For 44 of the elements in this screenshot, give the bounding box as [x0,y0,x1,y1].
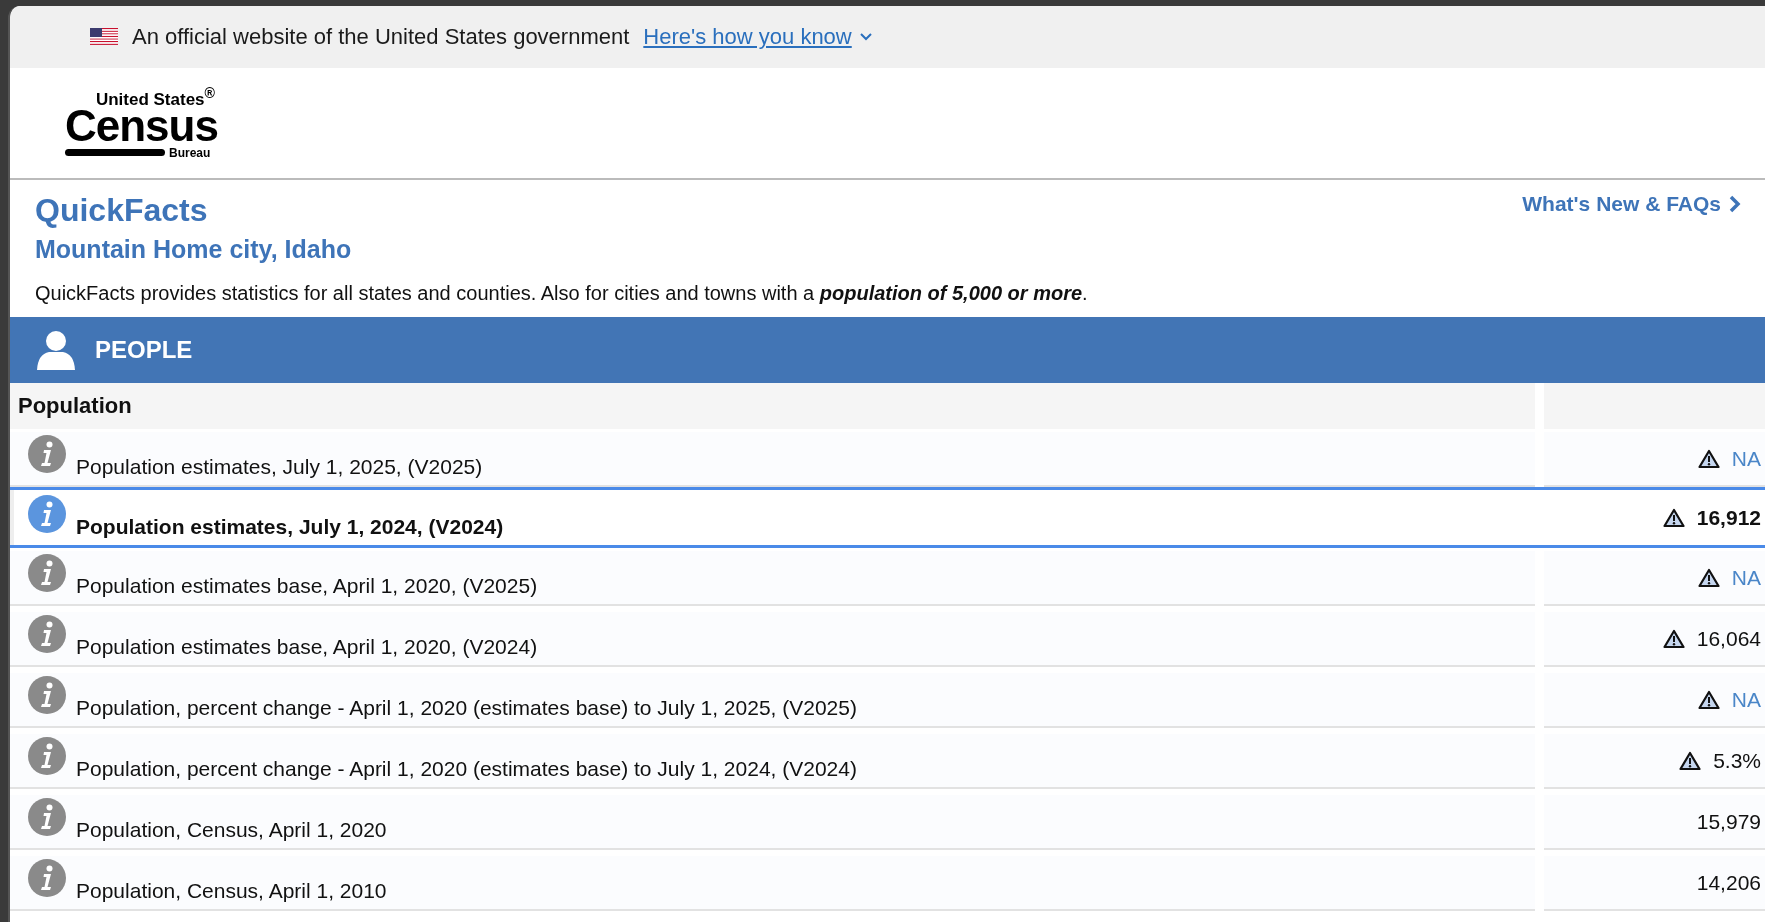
logo-text: Bureau [169,145,211,160]
warning-icon [1662,628,1685,649]
value-link[interactable]: NA [1731,446,1761,471]
whats-new-link[interactable]: What's New & FAQs [1522,192,1741,216]
official-website-notice: An official website of the United States government [132,24,630,50]
warning-icon [1662,507,1685,528]
page-title: QuickFacts [35,191,209,230]
row-label: Population, percent change - April 1, 2020 (estimates base) to July 1, 2024, (V2024) [76,757,857,781]
row-label: Population estimates, July 1, 2024, (V2024) [76,515,504,539]
row-label: Population, Census, April 1, 2020 [76,818,387,842]
person-icon [35,330,77,370]
section-title: PEOPLE [95,336,193,364]
info-icon[interactable] [28,798,66,836]
row-value: 16,912 [1696,505,1761,530]
warning-icon [1697,567,1720,588]
row-label: Population estimates base, April 1, 2020, (V2024) [76,635,538,659]
info-icon[interactable] [28,495,66,533]
value-link[interactable]: NA [1731,565,1761,590]
info-icon[interactable] [28,435,66,473]
info-icon[interactable] [28,615,66,653]
row-value: 5.3% [1713,748,1761,773]
warning-icon [1679,750,1702,771]
value-link[interactable]: NA [1731,687,1761,712]
info-icon[interactable] [28,737,66,775]
chevron-down-icon [859,33,872,41]
warning-icon [1697,448,1720,469]
info-icon[interactable] [28,859,66,897]
row-value: 15,979 [1696,809,1761,834]
description: QuickFacts provides statistics for all states and counties. Also for cities and towns with a population of 5,000 or more. [35,282,1088,305]
how-you-know-link[interactable]: Here's how you know [643,24,872,50]
flag-icon [90,28,118,46]
warning-icon [1697,689,1720,710]
group-heading: Population [10,383,1535,429]
logo-text: United States$^{®}$ [95,86,215,108]
row-value: 16,064 [1696,626,1761,651]
row-label: Population estimates base, April 1, 2020, (V2025) [76,574,538,598]
info-icon[interactable] [28,554,66,592]
info-icon[interactable] [28,676,66,714]
row-label: Population, percent change - April 1, 2020 (estimates base) to July 1, 2025, (V2025) [76,696,857,720]
row-label: Population estimates, July 1, 2025, (V2025) [76,455,483,479]
row-label: Population, Census, April 1, 2010 [76,879,387,903]
place-name: Mountain Home city, Idaho [35,234,353,265]
row-value: 14,206 [1696,870,1761,895]
chevron-right-icon [1729,195,1741,213]
